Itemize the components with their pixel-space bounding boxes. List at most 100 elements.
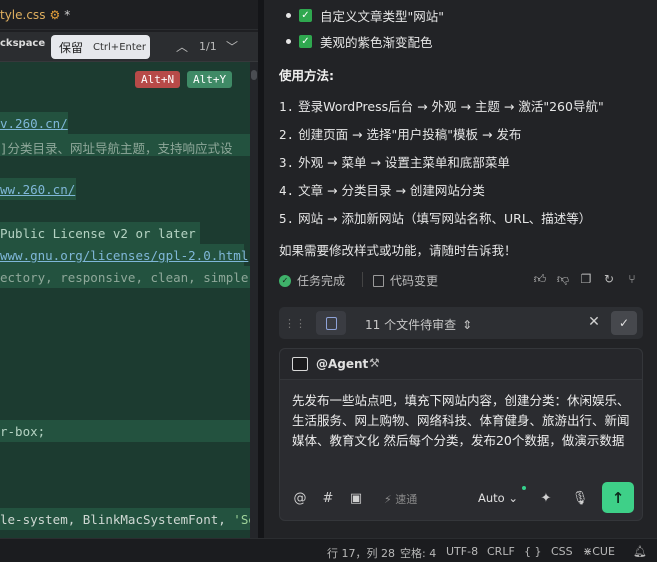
thumbs-up-icon[interactable]: 👍︎ bbox=[532, 271, 548, 287]
code-line: ectory, responsive, clean, simple bbox=[0, 270, 249, 285]
indent-setting[interactable]: 空格: 4 bbox=[400, 545, 436, 561]
checkmark-icon: ✓ bbox=[299, 35, 312, 48]
usage-step: 5. 网站 → 添加新网站（填写网站名称、URL、描述等） bbox=[279, 208, 591, 227]
step-text: 创建页面 → 选择"用户投稿"模板 → 发布 bbox=[298, 127, 522, 142]
speed-toggle[interactable]: ⚡ 速通 bbox=[384, 491, 417, 507]
status-bar: 行 17，列 28 空格: 4 UTF-8 CRLF { } CSS ⋇CUE … bbox=[0, 538, 657, 562]
step-number: 4. bbox=[279, 183, 295, 198]
divider bbox=[362, 272, 363, 287]
hashtag-icon[interactable]: # bbox=[320, 490, 336, 506]
modified-marker: * bbox=[64, 8, 71, 22]
bullet-icon bbox=[286, 39, 291, 44]
code-line: ww.260.cn/ bbox=[0, 182, 76, 197]
refresh-icon[interactable]: ↻ bbox=[601, 271, 617, 287]
image-icon[interactable]: ▣ bbox=[348, 490, 364, 506]
composer-header: @Agent ⚒ bbox=[280, 349, 642, 380]
match-count: 1/1 bbox=[199, 40, 217, 53]
task-done-indicator: ✓ 任务完成 bbox=[279, 272, 345, 289]
tools-icon[interactable]: ⚒ bbox=[369, 356, 380, 370]
diff-icon bbox=[373, 274, 384, 287]
composer-toolbar: @ # ▣ ⚡ 速通 Auto ⌄ ✦ 🎙︎ ↑ bbox=[280, 482, 642, 518]
accept-all-button[interactable]: ✓ bbox=[611, 311, 637, 335]
agent-chat-panel: ✓ 自定义文章类型"网站" ✓ 美观的紫色渐变配色 使用方法: 1. 登录Word… bbox=[264, 0, 657, 538]
code-line: v.260.cn/ bbox=[0, 116, 68, 131]
status-dot bbox=[522, 486, 526, 490]
editor-tab-bar: tyle.css ⚙ * bbox=[0, 0, 258, 30]
step-text: 网站 → 添加新网站（填写网站名称、URL、描述等） bbox=[298, 211, 592, 226]
code-changes-label: 代码变更 bbox=[390, 274, 439, 288]
file-review-bar: ⋮⋮ 11 个文件待审查 ⇕ ✕ ✓ bbox=[279, 307, 643, 339]
reject-change-button[interactable]: Alt+N bbox=[135, 71, 181, 88]
step-text: 文章 → 分类目录 → 创建网站分类 bbox=[298, 183, 485, 198]
editor-tab[interactable]: tyle.css ⚙ * bbox=[0, 0, 110, 30]
pending-review-dropdown[interactable]: 11 个文件待审查 ⇕ bbox=[365, 316, 472, 333]
review-files-button[interactable] bbox=[316, 311, 346, 335]
step-number: 1. bbox=[279, 99, 295, 114]
cue-label: CUE bbox=[592, 545, 615, 558]
sparkle-icon[interactable]: ✦ bbox=[538, 490, 554, 506]
step-number: 2. bbox=[279, 127, 295, 142]
cue-indicator[interactable]: ⋇CUE bbox=[583, 545, 615, 558]
code-changes-link[interactable]: 代码变更 bbox=[373, 272, 438, 289]
copy-icon[interactable]: ❐ bbox=[578, 271, 594, 287]
pending-review-label: 11 个文件待审查 bbox=[365, 318, 457, 332]
bullet-icon bbox=[286, 13, 291, 18]
message-input[interactable]: 先发布一些站点吧，填充下网站内容，创建分类：休闲娱乐、生活服务、网上购物、网络科… bbox=[292, 391, 632, 451]
model-selector[interactable]: Auto ⌄ bbox=[478, 491, 518, 505]
step-text: 登录WordPress后台 → 外观 → 主题 → 激活"260导航" bbox=[298, 99, 604, 114]
speed-label: 速通 bbox=[395, 493, 418, 506]
feature-item: ✓ 自定义文章类型"网站" bbox=[286, 6, 444, 25]
usage-step: 1. 登录WordPress后台 → 外观 → 主题 → 激活"260导航" bbox=[279, 96, 604, 115]
feature-label: 美观的紫色渐变配色 bbox=[320, 35, 433, 50]
keep-label: 保留 bbox=[59, 40, 84, 55]
cue-icon: ⋇ bbox=[583, 545, 593, 558]
braces-indicator[interactable]: { } bbox=[524, 545, 542, 558]
language-mode[interactable]: CSS bbox=[551, 545, 573, 558]
code-editor: tyle.css ⚙ * ckspace 保留 Ctrl+Enter ︿ 1/1… bbox=[0, 0, 258, 538]
checkmark-icon: ✓ bbox=[299, 9, 312, 22]
reject-all-button[interactable]: ✕ bbox=[586, 313, 602, 331]
at-mention-icon[interactable]: @ bbox=[292, 490, 308, 506]
feature-label: 自定义文章类型"网站" bbox=[320, 9, 444, 24]
usage-title: 使用方法: bbox=[279, 68, 334, 83]
keep-button[interactable]: 保留 Ctrl+Enter bbox=[51, 35, 150, 59]
branch-icon[interactable]: ⑂ bbox=[624, 271, 640, 287]
thumbs-down-icon[interactable]: 👎︎ bbox=[555, 271, 571, 287]
diff-action-bar: ckspace 保留 Ctrl+Enter ︿ 1/1 ﹀ bbox=[0, 32, 258, 62]
editor-scrollbar[interactable] bbox=[250, 62, 258, 538]
code-line: r-box; bbox=[0, 424, 46, 439]
usage-step: 2. 创建页面 → 选择"用户投稿"模板 → 发布 bbox=[279, 124, 521, 143]
document-icon bbox=[325, 316, 337, 330]
code-line: le-system, BlinkMacSystemFont, 'Se bbox=[0, 512, 250, 527]
keep-shortcut: Ctrl+Enter bbox=[93, 41, 147, 53]
code-string: 'Se bbox=[233, 512, 250, 527]
terminal-icon bbox=[292, 357, 308, 371]
cursor-position[interactable]: 行 17，列 28 bbox=[327, 545, 395, 561]
gear-icon: ⚙ bbox=[49, 8, 61, 22]
task-done-label: 任务完成 bbox=[297, 274, 346, 288]
notification-bell-icon[interactable]: 🔔︎ bbox=[633, 545, 647, 558]
scrollbar-thumb[interactable] bbox=[251, 70, 257, 80]
chevron-updown-icon: ⇕ bbox=[462, 317, 473, 332]
agent-mention[interactable]: @Agent bbox=[316, 357, 368, 371]
line-ending[interactable]: CRLF bbox=[487, 545, 515, 558]
code-text: le-system, BlinkMacSystemFont, bbox=[0, 512, 234, 527]
panel-scrollbar[interactable] bbox=[650, 0, 657, 538]
check-circle-icon: ✓ bbox=[279, 274, 291, 287]
chevron-up-icon[interactable]: ︿ bbox=[176, 38, 188, 55]
microphone-icon[interactable]: 🎙︎ bbox=[572, 490, 589, 506]
step-text: 外观 → 菜单 → 设置主菜单和底部菜单 bbox=[298, 155, 510, 170]
split-view-icon[interactable]: ⋮⋮ bbox=[284, 315, 306, 331]
code-area[interactable]: Alt+N Alt+Y v.260.cn/ ]分类目录、网址导航主题，支持响应式… bbox=[0, 62, 250, 538]
accept-change-button[interactable]: Alt+Y bbox=[187, 71, 233, 88]
encoding[interactable]: UTF-8 bbox=[446, 545, 478, 558]
feature-item: ✓ 美观的紫色渐变配色 bbox=[286, 32, 433, 51]
send-button[interactable]: ↑ bbox=[602, 482, 634, 513]
usage-step: 4. 文章 → 分类目录 → 创建网站分类 bbox=[279, 180, 485, 199]
chevron-down-icon[interactable]: ﹀ bbox=[226, 38, 238, 55]
backspace-shortcut-label: ckspace bbox=[0, 38, 46, 49]
task-status-row: ✓ 任务完成 代码变更 👍︎ 👎︎ ❐ ↻ ⑂ bbox=[279, 268, 649, 292]
tab-filename: tyle.css bbox=[0, 8, 46, 22]
closing-message: 如果需要修改样式或功能，请随时告诉我！ bbox=[279, 243, 517, 258]
model-label: Auto bbox=[478, 491, 505, 505]
